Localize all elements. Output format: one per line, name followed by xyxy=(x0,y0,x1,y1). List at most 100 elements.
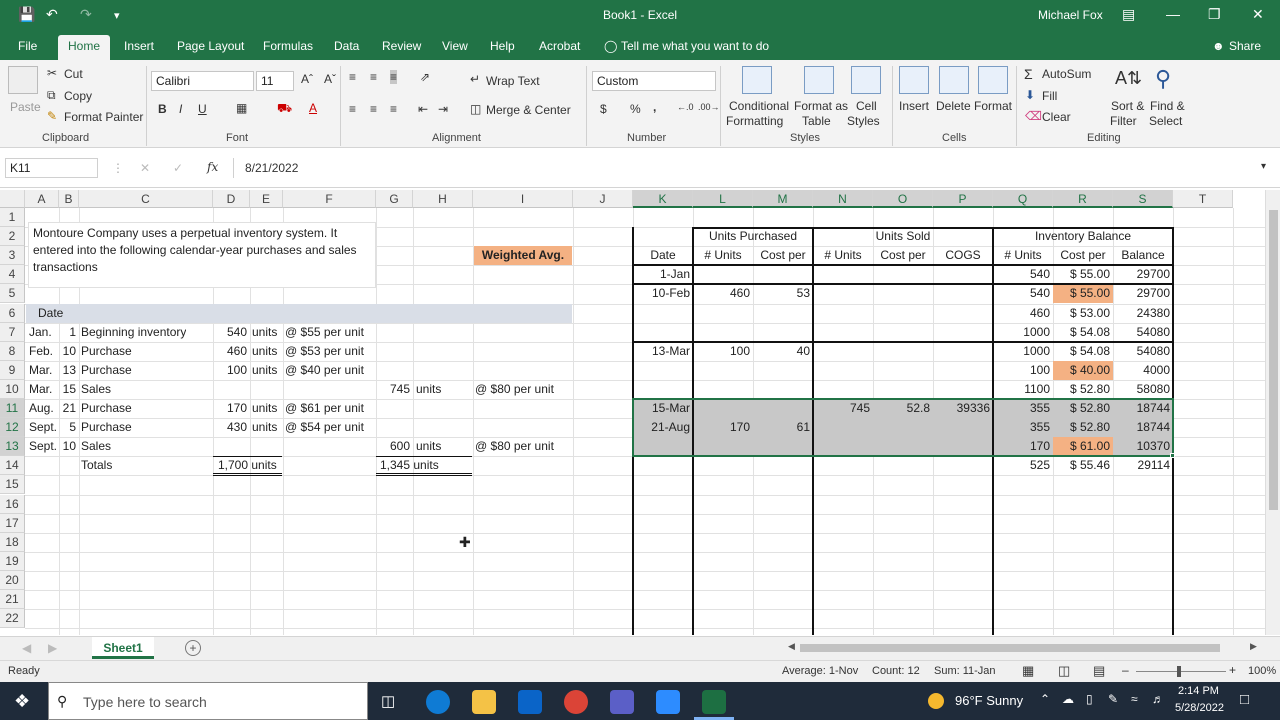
increase-decimal-icon[interactable]: ←.0 xyxy=(677,102,694,112)
fill-handle[interactable] xyxy=(1170,453,1175,459)
ledger-cell[interactable]: 54080 xyxy=(1113,342,1173,361)
conditional-formatting-icon[interactable] xyxy=(742,66,772,94)
ledger-cell[interactable]: $ 54.08 xyxy=(1053,323,1113,342)
autosum-button[interactable]: AutoSum xyxy=(1042,67,1091,81)
column-header-K[interactable]: K xyxy=(633,190,693,208)
row-header-2[interactable]: 2 xyxy=(0,227,25,247)
row-header-7[interactable]: 7 xyxy=(0,322,25,342)
merge-center-button[interactable]: Merge & Center xyxy=(486,103,571,117)
column-header-S[interactable]: S xyxy=(1113,190,1173,208)
spreadsheet-grid[interactable]: A B C D E F G H I J K L M N O P Q R S T 1 2 3 4 5 6 7 8 9 10 11 12 13 14 1… xyxy=(0,190,1265,635)
column-header-I[interactable]: I xyxy=(473,190,573,208)
column-header-C[interactable]: C xyxy=(79,190,213,208)
ledger-cell[interactable]: 460 xyxy=(693,284,753,303)
outlook-icon[interactable] xyxy=(518,690,542,714)
cut-button[interactable]: Cut xyxy=(64,67,83,81)
zoom-level[interactable]: 100% xyxy=(1248,665,1276,677)
underline-button[interactable]: U xyxy=(198,102,207,116)
ledger-cell[interactable]: 100 xyxy=(693,342,753,361)
ledger-cell[interactable]: 540 xyxy=(993,265,1053,284)
italic-button[interactable]: I xyxy=(179,102,182,116)
tab-insert[interactable]: Insert xyxy=(124,39,154,53)
column-header-H[interactable]: H xyxy=(413,190,473,208)
ledger-cell[interactable]: 29700 xyxy=(1113,284,1173,303)
ledger-cell[interactable]: 1000 xyxy=(993,342,1053,361)
zoom-out-icon[interactable]: – xyxy=(1122,663,1129,677)
decrease-indent-icon[interactable]: ⇤ xyxy=(418,102,428,116)
column-header-F[interactable]: F xyxy=(283,190,376,208)
delete-cells-icon[interactable] xyxy=(939,66,969,94)
tab-view[interactable]: View xyxy=(442,39,468,53)
format-table-label[interactable]: Format as xyxy=(794,99,848,113)
font-color-icon[interactable]: A xyxy=(309,101,317,115)
cancel-icon[interactable]: ✕ xyxy=(140,161,150,175)
sheet-tab-sheet1[interactable]: Sheet1 xyxy=(92,637,154,659)
save-icon[interactable]: 💾 xyxy=(18,6,35,23)
redo-icon[interactable]: ↷ xyxy=(80,6,92,23)
currency-button[interactable]: $ xyxy=(600,102,607,116)
format-cells-button[interactable]: Format xyxy=(974,99,1012,113)
tab-acrobat[interactable]: Acrobat xyxy=(539,39,580,53)
bold-button[interactable]: B xyxy=(158,102,167,116)
clock-date[interactable]: 5/28/2022 xyxy=(1175,702,1224,714)
format-cells-icon[interactable] xyxy=(978,66,1008,94)
paste-icon[interactable] xyxy=(8,66,38,94)
number-format-select[interactable]: Custom xyxy=(592,71,716,91)
excel-taskbar-icon[interactable] xyxy=(702,690,726,714)
column-header-P[interactable]: P xyxy=(933,190,993,208)
vertical-scrollbar[interactable] xyxy=(1265,190,1280,635)
ribbon-display-icon[interactable]: ▤ xyxy=(1122,6,1135,23)
name-box[interactable]: K11 xyxy=(5,158,98,178)
conditional-formatting-label2[interactable]: Formatting xyxy=(726,114,783,128)
column-header-G[interactable]: G xyxy=(376,190,413,208)
column-header-E[interactable]: E xyxy=(250,190,283,208)
paste-button[interactable]: Paste xyxy=(10,100,41,114)
ledger-cell[interactable]: 29700 xyxy=(1113,265,1173,284)
row-header-12[interactable]: 12 xyxy=(0,418,25,438)
column-header-R[interactable]: R xyxy=(1053,190,1113,208)
decrease-decimal-icon[interactable]: .00→ xyxy=(698,102,720,112)
borders-icon[interactable]: ▦ xyxy=(236,101,247,115)
user-name[interactable]: Michael Fox xyxy=(1038,8,1103,22)
tab-page-layout[interactable]: Page Layout xyxy=(177,39,244,53)
find-select-icon[interactable]: ⚲ xyxy=(1155,66,1171,92)
column-header-N[interactable]: N xyxy=(813,190,873,208)
column-header-B[interactable]: B xyxy=(59,190,79,208)
row-header-15[interactable]: 15 xyxy=(0,475,25,495)
cell-styles-label[interactable]: Cell xyxy=(856,99,877,113)
fill-color-icon[interactable]: ⛟ xyxy=(277,101,292,117)
row-header-9[interactable]: 9 xyxy=(0,360,25,380)
chrome-icon[interactable] xyxy=(564,690,588,714)
find-select-label2[interactable]: Select xyxy=(1149,114,1182,128)
row-header-4[interactable]: 4 xyxy=(0,265,25,285)
column-header-M[interactable]: M xyxy=(753,190,813,208)
windows-start-icon[interactable]: ❖ xyxy=(14,691,30,712)
row-header-3[interactable]: 3 xyxy=(0,246,25,266)
ledger-cell[interactable]: 4000 xyxy=(1113,361,1173,380)
sort-filter-icon[interactable]: A⇅ xyxy=(1115,68,1142,89)
wrap-text-button[interactable]: Wrap Text xyxy=(486,74,540,88)
ledger-cell[interactable]: $ 55.00 xyxy=(1053,284,1113,303)
row-header-22[interactable]: 22 xyxy=(0,609,25,629)
ledger-cell[interactable]: 100 xyxy=(993,361,1053,380)
formula-input[interactable]: 8/21/2022 xyxy=(245,161,298,175)
clock-time[interactable]: 2:14 PM xyxy=(1178,685,1219,697)
insert-function-button[interactable]: fx xyxy=(207,160,218,174)
sort-filter-label2[interactable]: Filter xyxy=(1110,114,1137,128)
column-header-T[interactable]: T xyxy=(1173,190,1233,208)
comma-button[interactable]: , xyxy=(653,100,656,114)
row-header-14[interactable]: 14 xyxy=(0,456,25,476)
tab-file[interactable]: File xyxy=(18,39,37,53)
row-header-19[interactable]: 19 xyxy=(0,551,25,571)
row-header-11[interactable]: 11 xyxy=(0,399,25,419)
align-middle-icon[interactable]: ≡ xyxy=(370,70,377,84)
ledger-cell[interactable]: $ 54.08 xyxy=(1053,342,1113,361)
prev-sheet-icon[interactable]: ◀ xyxy=(22,641,31,655)
undo-icon[interactable]: ↶ xyxy=(46,6,58,23)
minimize-icon[interactable]: — xyxy=(1166,6,1180,22)
row-header-8[interactable]: 8 xyxy=(0,341,25,361)
fill-button[interactable]: Fill xyxy=(1042,89,1057,103)
expand-formula-icon[interactable]: ▾ xyxy=(1261,161,1266,172)
chevron-up-icon[interactable]: ⌃ xyxy=(1040,692,1050,706)
enter-icon[interactable]: ✓ xyxy=(173,161,183,175)
